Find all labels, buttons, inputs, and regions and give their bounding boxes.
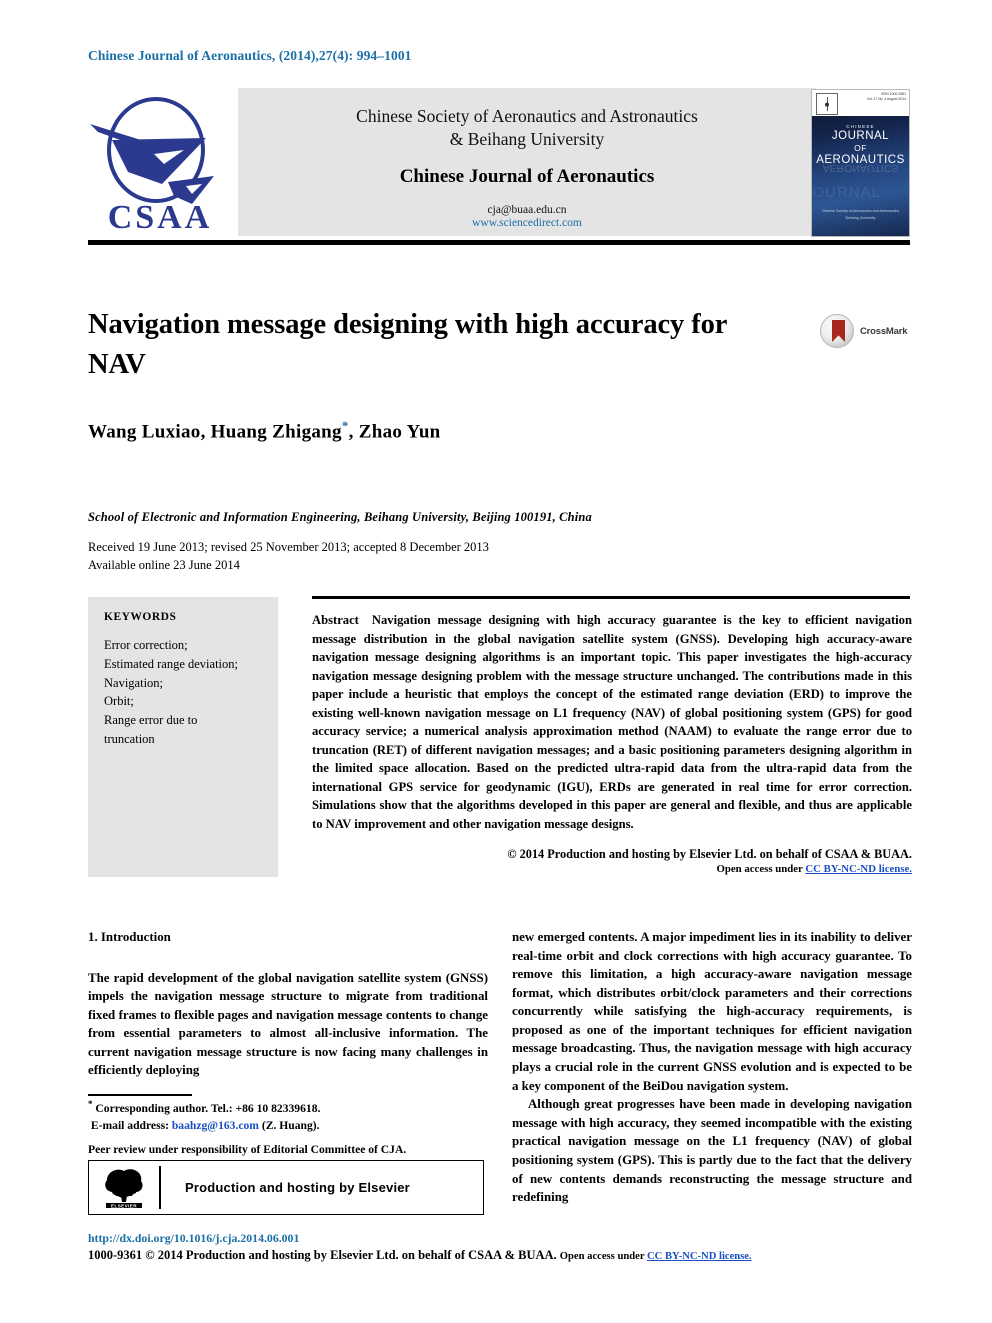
footnote-peer-review: Peer review under responsibility of Edit…	[88, 1143, 407, 1157]
bottom-open-access-prefix: Open access under	[559, 1251, 647, 1262]
doi-link[interactable]: http://dx.doi.org/10.1016/j.cja.2014.06.…	[88, 1231, 299, 1246]
body-column-left: 1. Introduction The rapid development of…	[88, 928, 488, 1080]
keywords-panel: KEYWORDS Error correction; Estimated ran…	[88, 597, 278, 877]
section-heading-introduction: 1. Introduction	[88, 930, 171, 944]
email-label: E-mail address:	[90, 1119, 172, 1133]
abstract-body: Abstract Navigation message designing wit…	[312, 611, 912, 833]
abstract-divider	[312, 596, 910, 599]
crossmark-ribbon-icon	[832, 320, 845, 342]
issn-copyright-line: 1000-9361 © 2014 Production and hosting …	[88, 1248, 752, 1263]
abstract-open-access: Open access under CC BY-NC-ND license.	[312, 863, 912, 875]
paragraph-intro-left: The rapid development of the global navi…	[88, 970, 488, 1078]
abstract-text: Navigation message designing with high a…	[312, 613, 912, 831]
journal-masthead: CSAA Chinese Society of Aeronautics and …	[88, 88, 910, 237]
body-column-right: new emerged contents. A major impediment…	[512, 928, 912, 1207]
keywords-list: Error correction; Estimated range deviat…	[104, 638, 238, 746]
elsevier-banner-text: Production and hosting by Elsevier	[185, 1180, 410, 1195]
svg-text:ELSEVIER: ELSEVIER	[111, 1203, 137, 1208]
issn-copyright-text: 1000-9361 © 2014 Production and hosting …	[88, 1248, 560, 1262]
crossmark-badge[interactable]: CrossMark	[820, 314, 920, 350]
crossmark-circle-icon	[820, 314, 854, 348]
journal-cover-thumbnail: ISSN 1000-9361 Vol. 27 No. 4 August 2014…	[811, 89, 910, 237]
masthead-center-panel: Chinese Society of Aeronautics and Astro…	[238, 88, 816, 236]
csaa-logo: CSAA	[88, 88, 233, 236]
publication-dates: Received 19 June 2013; revised 25 Novemb…	[88, 533, 489, 575]
elsevier-banner-divider	[159, 1166, 161, 1209]
footnote-corresponding: * Corresponding author. Tel.: +86 10 823…	[88, 1099, 321, 1115]
email-suffix: (Z. Huang).	[258, 1119, 320, 1133]
footnotes-block: * Corresponding author. Tel.: +86 10 823…	[88, 1098, 488, 1158]
masthead-divider	[88, 240, 910, 245]
received-line: Received 19 June 2013; revised 25 Novemb…	[88, 540, 489, 554]
svg-text:CSAA: CSAA	[108, 199, 213, 236]
author-list: Wang Luxiao, Huang Zhigang*, Zhao Yun	[88, 418, 441, 443]
cover-title-reflection: AERONAUTICS	[822, 162, 899, 174]
paragraph-intro-right-1: new emerged contents. A major impediment…	[512, 930, 912, 1093]
available-online-line: Available online 23 June 2014	[88, 557, 240, 572]
open-access-prefix: Open access under	[716, 863, 806, 875]
journal-email[interactable]: cja@buaa.edu.cn	[238, 204, 816, 216]
footnote-asterisk: *	[88, 1099, 93, 1109]
elsevier-tree-logo-icon: ELSEVIER	[101, 1166, 147, 1209]
footnote-email: E-mail address: baahzg@163.com (Z. Huang…	[88, 1117, 488, 1134]
paper-page: Chinese Journal of Aeronautics, (2014),2…	[0, 0, 992, 1323]
paragraph-intro-right-2: Although great progresses have been made…	[512, 1097, 912, 1205]
abstract-label: Abstract	[312, 613, 359, 627]
elsevier-hosting-banner: ELSEVIER Production and hosting by Elsev…	[88, 1160, 484, 1215]
page-title: Navigation message designing with high a…	[88, 309, 727, 381]
elsevier-tree-icon	[816, 93, 838, 115]
running-head: Chinese Journal of Aeronautics, (2014),2…	[88, 48, 412, 63]
sciencedirect-link[interactable]: www.sciencedirect.com	[238, 217, 816, 229]
cover-ghost-text: JOURNAL	[811, 184, 882, 201]
affiliation: School of Electronic and Information Eng…	[88, 510, 592, 524]
author-names: Wang Luxiao, Huang Zhigang	[88, 421, 342, 443]
bottom-cc-license-link[interactable]: CC BY-NC-ND license.	[647, 1251, 752, 1262]
society-name: Chinese Society of Aeronautics and Astro…	[356, 106, 698, 150]
crossmark-label: CrossMark	[860, 326, 908, 337]
author-names-tail: , Zhao Yun	[348, 421, 441, 443]
corresponding-author-marker: *	[341, 418, 349, 433]
cover-issn: ISSN 1000-9361 Vol. 27 No. 4 August 2014	[866, 92, 906, 102]
email-link[interactable]: baahzg@163.com	[172, 1119, 259, 1132]
cc-license-link[interactable]: CC BY-NC-ND license.	[805, 863, 912, 875]
keywords-heading: KEYWORDS	[104, 611, 177, 623]
abstract-copyright: © 2014 Production and hosting by Elsevie…	[507, 847, 912, 861]
cover-title: CHINESE JOURNAL OF AERONAUTICS	[816, 124, 905, 167]
cover-topbar: ISSN 1000-9361 Vol. 27 No. 4 August 2014	[812, 90, 909, 116]
journal-title: Chinese Journal of Aeronautics	[399, 165, 655, 187]
footnote-divider	[88, 1094, 192, 1096]
cover-footer: Chinese Society of Aeronautics and Astro…	[821, 208, 900, 220]
